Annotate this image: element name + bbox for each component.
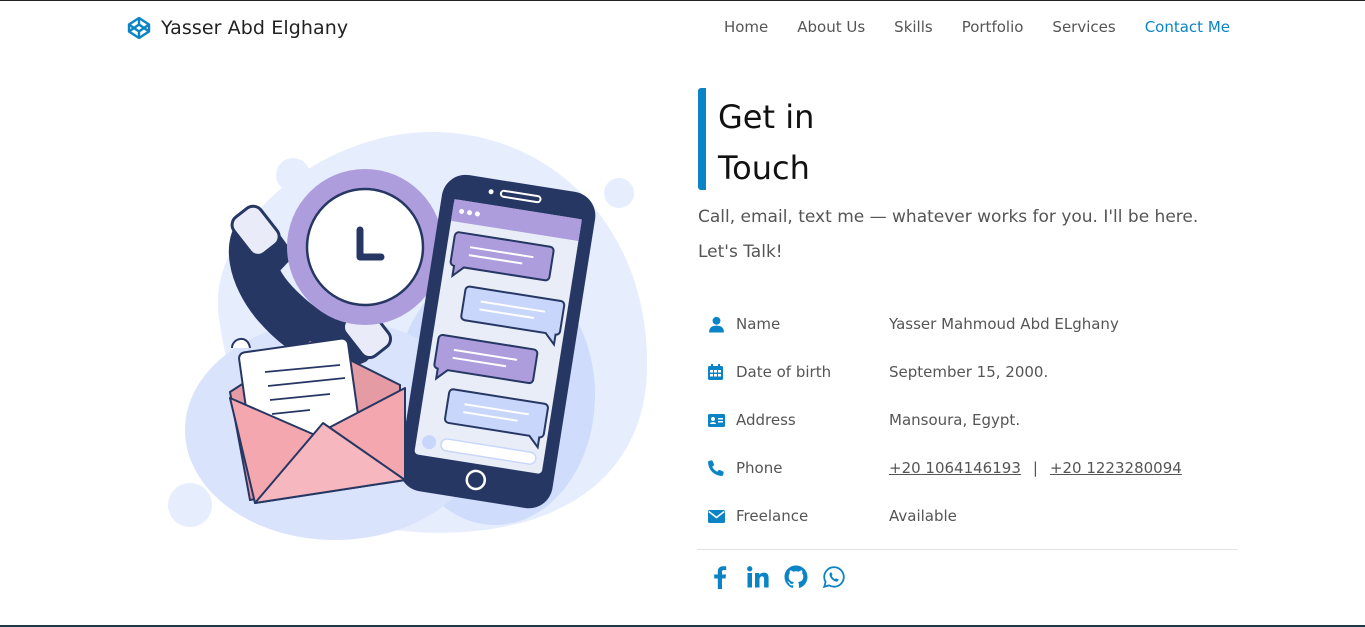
- nav-home[interactable]: Home: [724, 18, 768, 36]
- top-border: [0, 0, 1365, 1]
- info-value: September 15, 2000.: [889, 363, 1049, 381]
- calendar-icon: [708, 362, 728, 382]
- info-label: Name: [736, 315, 781, 333]
- page-title-line-1: Get in: [718, 98, 815, 136]
- info-row-address: Address Mansoura, Egypt.: [708, 396, 1238, 444]
- linkedin-icon[interactable]: [746, 564, 770, 590]
- info-label: Address: [736, 411, 796, 429]
- info-value: Available: [889, 507, 957, 525]
- nav-portfolio[interactable]: Portfolio: [962, 18, 1024, 36]
- user-icon: [708, 314, 728, 334]
- info-row-birthdate: Date of birth September 15, 2000.: [708, 348, 1238, 396]
- info-value: Mansoura, Egypt.: [889, 411, 1021, 429]
- divider: [697, 549, 1238, 550]
- nav-contact-me[interactable]: Contact Me: [1145, 18, 1230, 36]
- phone-link-2[interactable]: +20 1223280094: [1050, 459, 1182, 477]
- info-label: Freelance: [736, 507, 809, 525]
- info-row-name: Name Yasser Mahmoud Abd ELghany: [708, 300, 1238, 348]
- heading-accent-bar: [698, 88, 706, 190]
- address-card-icon: [708, 410, 728, 430]
- info-label: Phone: [736, 459, 783, 477]
- phone-icon: [708, 458, 728, 478]
- nav-skills[interactable]: Skills: [894, 18, 933, 36]
- codepen-icon: [127, 16, 151, 40]
- info-value: Yasser Mahmoud Abd ELghany: [889, 315, 1119, 333]
- whatsapp-icon[interactable]: [822, 564, 846, 590]
- info-row-phone: Phone +20 1064146193 | +20 1223280094: [708, 444, 1238, 492]
- page-title: Get in Touch: [718, 92, 918, 194]
- intro-text: Call, email, text me — whatever works fo…: [698, 207, 1199, 262]
- info-value: +20 1064146193 | +20 1223280094: [889, 459, 1182, 477]
- nav-services[interactable]: Services: [1052, 18, 1115, 36]
- phone-link-1[interactable]: +20 1064146193: [889, 459, 1021, 477]
- social-links: [708, 564, 846, 590]
- contact-illustration: [168, 131, 648, 540]
- page-title-line-2: Touch: [718, 149, 810, 187]
- brand-name: Yasser Abd Elghany: [161, 17, 349, 39]
- contact-info-list: Name Yasser Mahmoud Abd ELghany Date of …: [708, 300, 1238, 540]
- main-nav: Home About Us Skills Portfolio Services …: [700, 18, 1230, 36]
- phone-separator: |: [1032, 459, 1038, 477]
- envelope-icon: [708, 506, 728, 526]
- brand[interactable]: Yasser Abd Elghany: [127, 16, 348, 40]
- nav-about-us[interactable]: About Us: [797, 18, 865, 36]
- info-label: Date of birth: [736, 363, 832, 381]
- github-icon[interactable]: [784, 564, 808, 590]
- facebook-icon[interactable]: [708, 564, 732, 590]
- info-row-freelance: Freelance Available: [708, 492, 1238, 540]
